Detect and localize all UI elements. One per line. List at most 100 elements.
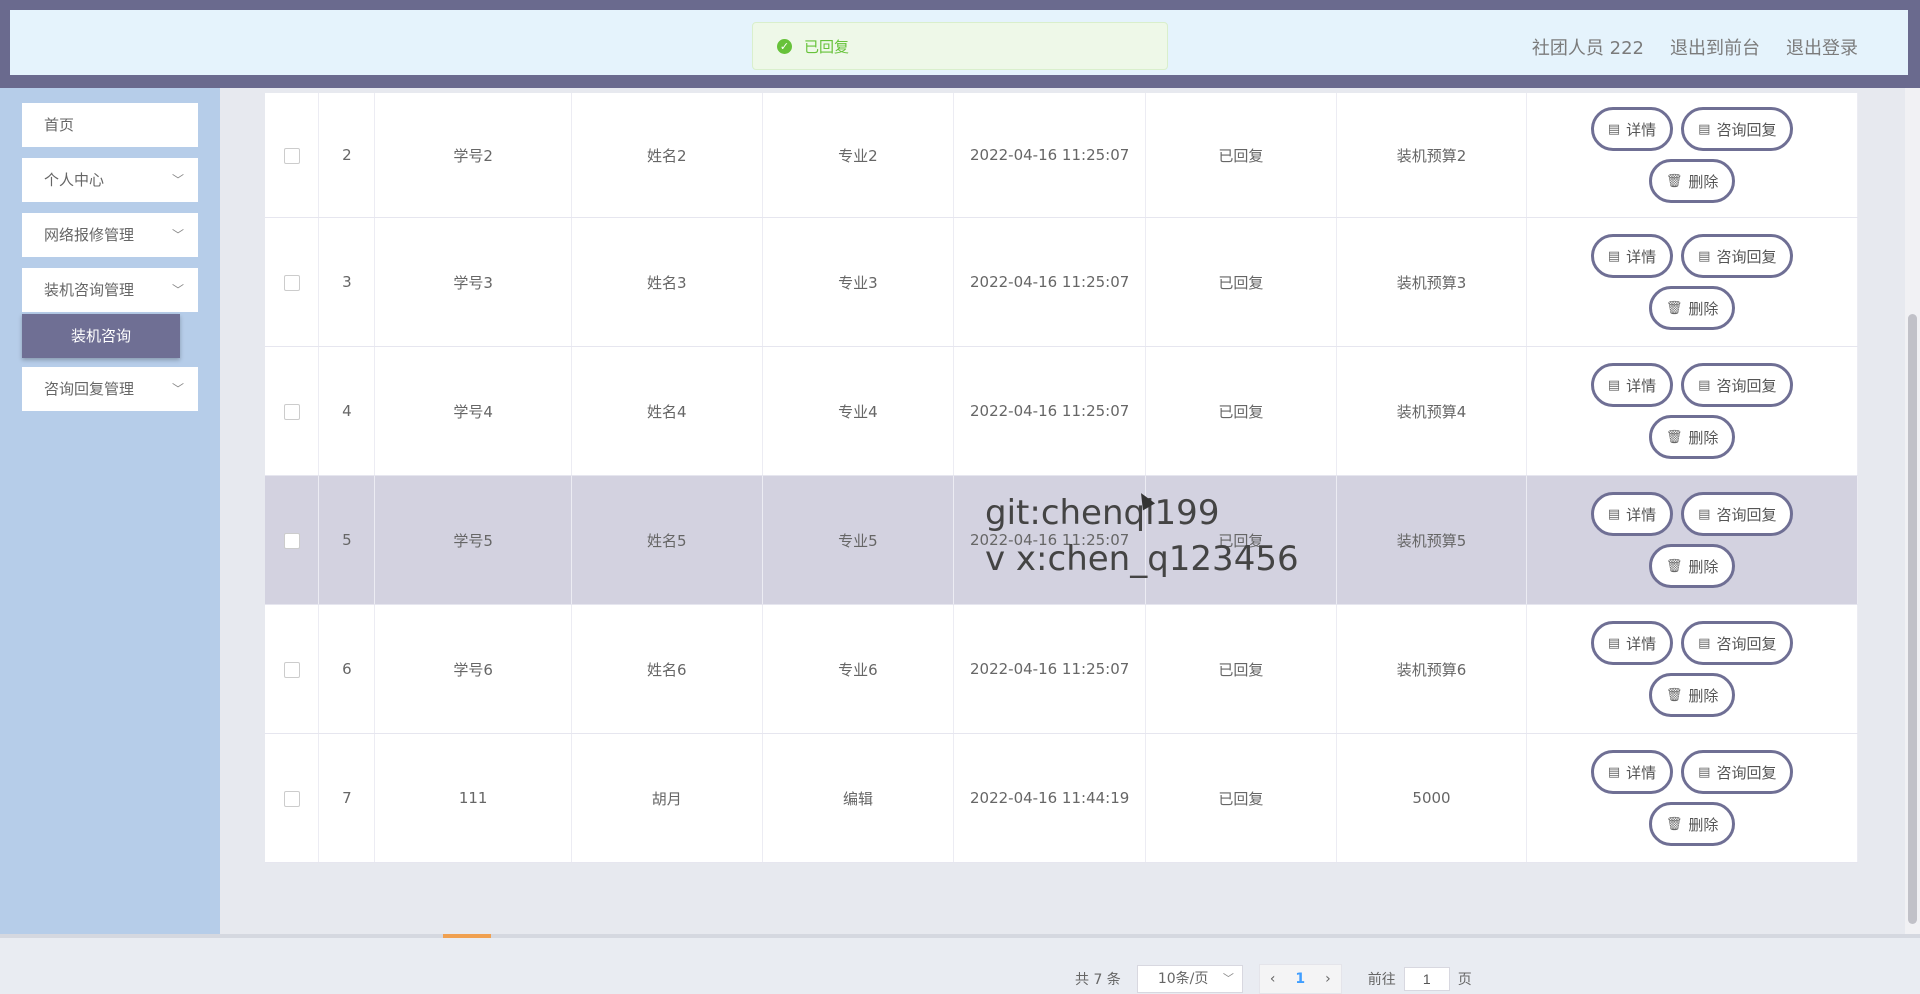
delete-label: 删除 [1688, 299, 1719, 318]
goto-page-input[interactable] [1403, 967, 1450, 991]
next-page-icon[interactable]: › [1315, 966, 1341, 992]
reply-button[interactable]: ▤ 咨询回复 [1681, 363, 1794, 407]
cell-budget: 装机预算6 [1336, 604, 1528, 734]
row-checkbox[interactable] [283, 274, 300, 291]
logout-link[interactable]: 退出登录 [1786, 34, 1858, 60]
delete-label: 删除 [1688, 815, 1719, 834]
sidebar-item-label: 个人中心 [44, 171, 105, 189]
detail-button[interactable]: ▤ 详情 [1590, 492, 1674, 536]
row-checkbox-cell [265, 93, 320, 218]
current-page[interactable]: 1 [1285, 966, 1315, 992]
sidebar-item-repair[interactable]: 网络报修管理 ﹀ [22, 213, 198, 257]
cell-major: 专业4 [762, 346, 955, 476]
cell-name: 姓名5 [571, 475, 763, 605]
reply-button[interactable]: ▤ 咨询回复 [1681, 621, 1794, 665]
document-icon: ▤ [1607, 377, 1621, 393]
sidebar-item-home[interactable]: 首页 [22, 103, 198, 147]
cell-status: 已回复 [1145, 346, 1337, 476]
detail-button[interactable]: ▤ 详情 [1590, 621, 1674, 665]
sidebar-item-reply[interactable]: 咨询回复管理 ﹀ [22, 367, 198, 411]
document-icon: ▤ [1698, 121, 1711, 137]
pagination: 共 7 条 10条/页 ﹀ ‹ 1 › 前往 页 [1075, 964, 1472, 994]
sidebar-item-label: 首页 [44, 116, 75, 134]
detail-button[interactable]: ▤ 详情 [1590, 107, 1674, 151]
delete-button[interactable]: 🗑 删除 [1648, 159, 1736, 203]
document-icon: ▤ [1607, 635, 1621, 651]
page-size-value: 10条/页 [1157, 971, 1209, 987]
table-row: 5 学号5 姓名5 专业5 2022-04-16 11:25:07 已回复 装机预算5 ▤ 详… [265, 475, 1858, 605]
detail-label: 详情 [1626, 247, 1657, 266]
detail-button[interactable]: ▤ 详情 [1590, 363, 1674, 407]
detail-button[interactable]: ▤ 详情 [1590, 750, 1674, 794]
sidebar-item-label: 网络报修管理 [44, 226, 135, 244]
cell-budget: 装机预算3 [1336, 217, 1528, 347]
cell-major: 专业3 [762, 217, 955, 347]
cell-sid: 学号3 [374, 217, 572, 347]
cell-time: 2022-04-16 11:44:19 [953, 733, 1147, 863]
row-checkbox[interactable] [283, 532, 300, 549]
sidebar-item-personal[interactable]: 个人中心 ﹀ [22, 158, 198, 202]
table-row: 6 学号6 姓名6 专业6 2022-04-16 11:25:07 已回复 装机预算6 ▤ 详… [265, 604, 1858, 734]
cell-no: 2 [318, 93, 376, 218]
row-checkbox[interactable] [283, 661, 300, 678]
page-nav: ‹ 1 › [1258, 964, 1342, 994]
cell-status: 已回复 [1145, 93, 1337, 218]
detail-button[interactable]: ▤ 详情 [1590, 234, 1674, 278]
document-icon: ▤ [1698, 635, 1711, 651]
trash-icon: 🗑 [1665, 687, 1683, 703]
scrollbar[interactable] [1905, 88, 1920, 938]
delete-button[interactable]: 🗑 删除 [1648, 415, 1736, 459]
delete-button[interactable]: 🗑 删除 [1648, 544, 1736, 588]
reply-button[interactable]: ▤ 咨询回复 [1681, 750, 1794, 794]
cell-sid: 学号2 [374, 93, 572, 218]
cell-name: 姓名6 [571, 604, 763, 734]
chevron-down-icon: ﹀ [171, 173, 184, 187]
cell-sid: 111 [374, 733, 572, 863]
cell-status: 已回复 [1145, 733, 1337, 863]
row-checkbox[interactable] [283, 403, 300, 420]
trash-icon: 🗑 [1665, 300, 1683, 316]
chevron-down-icon: ﹀ [1222, 972, 1234, 985]
row-checkbox[interactable] [283, 147, 300, 164]
cell-budget: 5000 [1336, 733, 1528, 863]
delete-label: 删除 [1688, 172, 1719, 191]
row-checkbox-cell [265, 733, 320, 863]
table-row: 3 学号3 姓名3 专业3 2022-04-16 11:25:07 已回复 装机预算3 ▤ 详… [265, 217, 1858, 347]
chevron-down-icon: ﹀ [171, 228, 184, 242]
sidebar-item-consult[interactable]: 装机咨询管理 ﹀ [22, 268, 198, 312]
reply-button[interactable]: ▤ 咨询回复 [1681, 234, 1794, 278]
sidebar-item-label: 咨询回复管理 [44, 380, 135, 398]
actions-cell: ▤ 详情 ▤ 咨询回复 🗑 删除 [1526, 604, 1858, 734]
delete-button[interactable]: 🗑 删除 [1648, 673, 1736, 717]
cell-status: 已回复 [1145, 217, 1337, 347]
toast-message: 已回复 [804, 37, 850, 56]
reply-button[interactable]: ▤ 咨询回复 [1681, 492, 1794, 536]
sidebar-item-label: 装机咨询管理 [44, 281, 135, 299]
actions-cell: ▤ 详情 ▤ 咨询回复 🗑 删除 [1526, 475, 1858, 605]
row-checkbox-cell [265, 217, 320, 347]
cell-no: 6 [318, 604, 376, 734]
delete-button[interactable]: 🗑 删除 [1648, 802, 1736, 846]
document-icon: ▤ [1607, 506, 1621, 522]
check-circle-icon: ✓ [777, 38, 792, 54]
top-header: 社团人员 222 退出到前台 退出登录 ✓ 已回复 [0, 0, 1920, 88]
row-checkbox[interactable] [283, 790, 300, 807]
delete-button[interactable]: 🗑 删除 [1648, 286, 1736, 330]
row-checkbox-cell [265, 475, 320, 605]
page-size-select[interactable]: 10条/页 ﹀ [1136, 965, 1243, 993]
reply-label: 咨询回复 [1716, 247, 1777, 266]
reply-button[interactable]: ▤ 咨询回复 [1681, 107, 1794, 151]
chevron-down-icon: ﹀ [171, 283, 184, 297]
prev-page-icon[interactable]: ‹ [1260, 966, 1286, 992]
detail-label: 详情 [1626, 763, 1657, 782]
reply-label: 咨询回复 [1716, 120, 1777, 139]
document-icon: ▤ [1698, 377, 1711, 393]
scrollbar-thumb[interactable] [1908, 314, 1917, 924]
bottom-strip [0, 934, 1920, 938]
document-icon: ▤ [1607, 121, 1621, 137]
back-to-front-link[interactable]: 退出到前台 [1670, 34, 1760, 60]
sidebar-subitem-consult[interactable]: 装机咨询 [22, 314, 180, 358]
cell-time: 2022-04-16 11:25:07 [953, 93, 1147, 218]
document-icon: ▤ [1607, 764, 1621, 780]
document-icon: ▤ [1698, 764, 1711, 780]
